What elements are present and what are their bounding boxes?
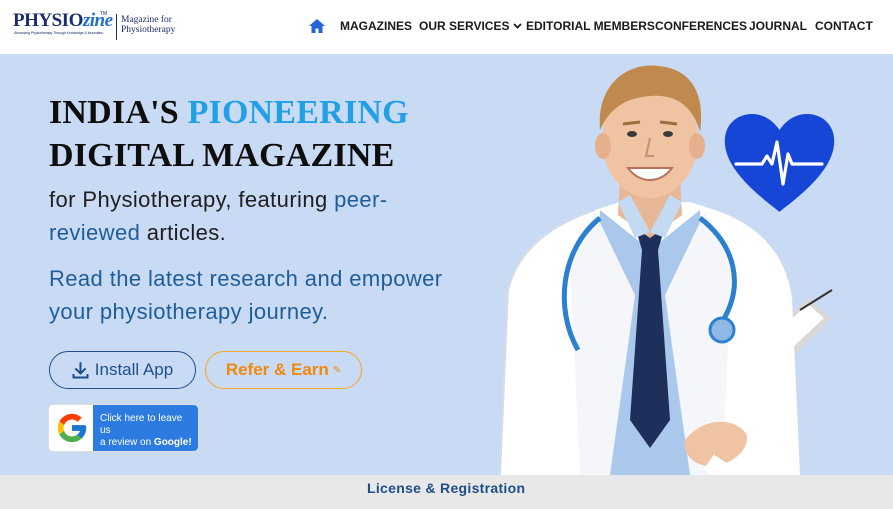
google-g-logo [49,405,95,451]
logo-divider [116,14,117,40]
home-icon[interactable] [308,18,326,34]
google-review-badge[interactable]: Click here to leave us a review on Googl… [49,405,198,451]
nav-editorial-members[interactable]: EDITORIAL MEMBERS [526,19,655,33]
headline-part1: INDIA'S [49,94,188,131]
headline-accent: PIONEERING [187,94,409,131]
physiozine-logo[interactable]: PHYSIOzine TM Advancing Physiotherapy Th… [13,10,175,41]
bottom-bar: License & Registration [0,475,893,509]
site-header: PHYSIOzine TM Advancing Physiotherapy Th… [0,0,893,54]
nav-our-services[interactable]: OUR SERVICES [419,19,523,33]
hero-banner: INDIA'S PIONEERING DIGITAL MAGAZINE for … [0,54,893,475]
sub1-text: for Physiotherapy, featuring [49,187,335,212]
nav-contact[interactable]: CONTACT [815,19,873,33]
headline-line2: DIGITAL MAGAZINE [49,137,395,174]
google-review-bold: Google! [153,437,192,448]
sub1-text-end: articles. [140,220,227,245]
refer-earn-button[interactable]: Refer & Earn ✎ [205,351,362,389]
nav-journal[interactable]: JOURNAL [749,19,807,33]
logo-trademark: TM [100,11,108,17]
license-registration-link[interactable]: License & Registration [367,480,525,496]
logo-wordmark: PHYSIOzine [13,10,113,31]
chevron-down-icon [513,23,523,29]
google-review-line2: a review on [100,437,154,448]
install-app-button[interactable]: Install App [49,351,196,389]
tag-icon: ✎ [332,364,342,376]
hero-tagline: Read the latest research and empower you… [49,266,443,324]
google-review-text: Click here to leave us a review on Googl… [93,405,198,451]
nav-conferences[interactable]: CONFERENCES [655,19,747,33]
hero-subheading: for Physiotherapy, featuring peer-review… [49,183,449,249]
download-icon [72,361,89,378]
doctor-image [499,65,833,475]
google-review-line1: Click here to leave us [100,413,183,436]
install-app-label: Install App [94,360,174,379]
nav-magazines[interactable]: MAGAZINES [340,19,412,33]
nav-our-services-label: OUR SERVICES [419,19,510,33]
hero-headline: INDIA'S PIONEERING DIGITAL MAGAZINE [49,91,409,177]
logo-subtitle: Magazine for Physiotherapy [121,15,176,35]
logo-tagline: Advancing Physiotherapy Through Knowledg… [14,31,104,35]
refer-earn-label: Refer & Earn [225,360,329,379]
